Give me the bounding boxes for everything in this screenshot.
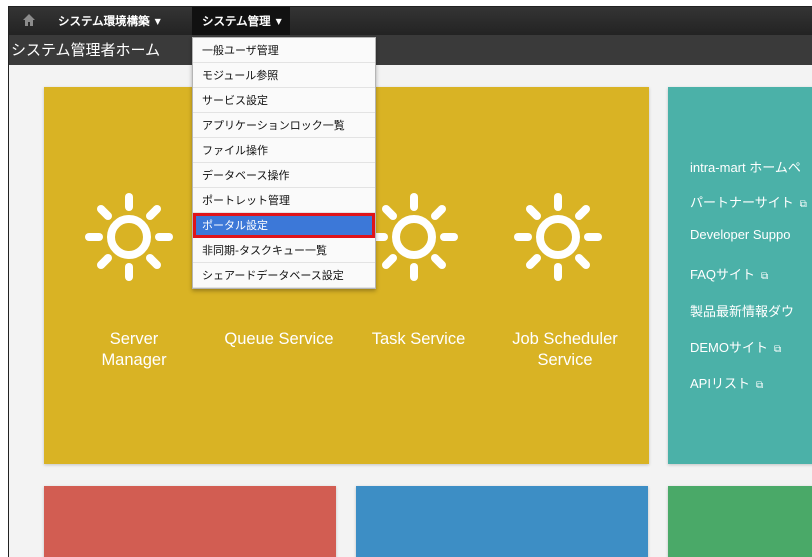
- link-intra-mart-home[interactable]: intra-mart ホームペ: [690, 157, 801, 176]
- menu-item-module-reference[interactable]: モジュール参照: [193, 63, 375, 88]
- external-link-icon: ⧉: [799, 199, 807, 210]
- menu-item-shared-database-settings[interactable]: シェアードデータベース設定: [193, 263, 375, 288]
- menu-item-portlet-management[interactable]: ポートレット管理: [193, 188, 375, 213]
- link-developer-support[interactable]: Developer Suppo: [690, 227, 790, 242]
- link-demo-site[interactable]: DEMOサイト ⧉: [690, 337, 781, 356]
- external-link-icon: ⧉: [761, 271, 769, 282]
- service-job-scheduler[interactable]: Job Scheduler Service: [490, 329, 640, 371]
- service-label-line2: Service: [537, 351, 593, 369]
- link-product-info[interactable]: 製品最新情報ダウ: [690, 301, 794, 320]
- service-label-line1: Server: [109, 330, 159, 348]
- red-tile[interactable]: [44, 486, 336, 557]
- green-tile[interactable]: [668, 486, 812, 557]
- menu-system-environment-label: システム環境構築: [58, 14, 150, 28]
- service-queue-service[interactable]: Queue Service: [204, 329, 354, 350]
- sun-icon: [370, 193, 458, 281]
- service-label-line1: Task Service: [371, 330, 466, 348]
- page-title: システム管理者ホーム: [11, 41, 161, 59]
- chevron-down-icon: ▼: [154, 17, 161, 26]
- external-link-icon: ⧉: [755, 380, 764, 391]
- top-navigation-bar: システム環境構築 ▼ システム管理 ▼: [9, 7, 812, 35]
- link-label: FAQサイト: [690, 267, 756, 282]
- menu-item-file-operations[interactable]: ファイル操作: [193, 138, 375, 163]
- link-label: パートナーサイト: [690, 195, 794, 210]
- menu-item-portal-settings[interactable]: ポータル設定: [193, 213, 375, 238]
- service-task-service[interactable]: Task Service: [351, 329, 486, 350]
- service-label-line1: Job Scheduler: [512, 330, 618, 348]
- menu-item-application-lock-list[interactable]: アプリケーションロック一覧: [193, 113, 375, 138]
- link-faq-site[interactable]: FAQサイト ⧉: [690, 264, 768, 283]
- menu-item-async-task-queue-list[interactable]: 非同期-タスクキュー一覧: [193, 238, 375, 263]
- menu-system-environment[interactable]: システム環境構築 ▼: [48, 7, 171, 35]
- menu-item-general-user-management[interactable]: 一般ユーザ管理: [193, 38, 375, 63]
- menu-system-admin-label: システム管理: [202, 14, 271, 28]
- link-label: 製品最新情報ダウ: [690, 304, 795, 319]
- service-server-manager[interactable]: Server Manager: [64, 329, 204, 371]
- service-label-line1: Queue Service: [224, 330, 334, 348]
- links-tile: intra-mart ホームペ パートナーサイト ⧉ Developer Supp…: [668, 87, 812, 464]
- chevron-down-icon: ▼: [275, 17, 282, 26]
- link-label: intra-mart ホームペ: [690, 160, 801, 175]
- menu-system-admin[interactable]: システム管理 ▼: [192, 7, 290, 35]
- link-label: APIリスト: [690, 376, 750, 391]
- sun-icon: [85, 193, 173, 281]
- system-admin-dropdown-menu: 一般ユーザ管理 モジュール参照 サービス設定 アプリケーションロック一覧 ファイ…: [192, 37, 376, 289]
- home-icon-glyph: [23, 14, 35, 26]
- menu-item-database-operations[interactable]: データベース操作: [193, 163, 375, 188]
- page-title-bar: システム管理者ホーム: [9, 35, 812, 65]
- link-partner-site[interactable]: パートナーサイト ⧉: [690, 192, 807, 211]
- link-label: DEMOサイト: [690, 340, 769, 355]
- blue-tile[interactable]: [356, 486, 648, 557]
- service-label-line2: Manager: [101, 351, 167, 369]
- link-api-list[interactable]: APIリスト ⧉: [690, 373, 763, 392]
- main-content: Server Manager Queue Service Task Servic…: [9, 65, 812, 557]
- app-window: システム環境構築 ▼ システム管理 ▼ システム管理者ホーム Server Ma…: [8, 6, 812, 557]
- sun-icon: [514, 193, 602, 281]
- external-link-icon: ⧉: [774, 344, 782, 355]
- link-label: Developer Suppo: [690, 227, 791, 242]
- menu-item-service-settings[interactable]: サービス設定: [193, 88, 375, 113]
- home-icon[interactable]: [21, 13, 37, 29]
